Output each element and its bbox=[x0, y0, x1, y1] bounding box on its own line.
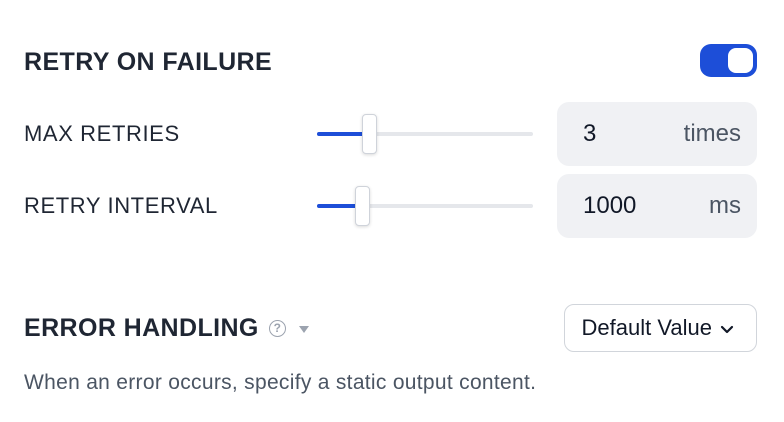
retry-interval-slider[interactable] bbox=[317, 186, 533, 226]
max-retries-unit: times bbox=[683, 120, 741, 147]
toggle-knob bbox=[728, 48, 753, 73]
question-circle-icon[interactable]: ? bbox=[268, 319, 286, 337]
error-handling-select[interactable]: Default Value bbox=[563, 304, 757, 352]
error-handling-title: ERROR HANDLING bbox=[24, 313, 259, 342]
max-retries-slider[interactable] bbox=[317, 114, 533, 154]
error-handling-description: When an error occurs, specify a static o… bbox=[24, 371, 537, 394]
error-handling-header: ERROR HANDLING ? bbox=[24, 312, 309, 344]
max-retries-input-box: times bbox=[557, 102, 757, 166]
chevron-down-icon bbox=[720, 315, 734, 341]
max-retries-label: MAX RETRIES bbox=[24, 121, 180, 146]
retry-interval-input-box: ms bbox=[557, 174, 757, 238]
retry-interval-label: RETRY INTERVAL bbox=[24, 193, 218, 218]
select-value: Default Value bbox=[581, 315, 712, 340]
retry-toggle[interactable] bbox=[700, 44, 757, 77]
retry-interval-input[interactable] bbox=[583, 192, 673, 220]
slider-thumb[interactable] bbox=[355, 186, 371, 226]
retry-interval-unit: ms bbox=[709, 192, 741, 219]
retry-header: RETRY ON FAILURE bbox=[24, 46, 757, 79]
slider-thumb[interactable] bbox=[361, 114, 377, 154]
retry-on-failure-title: RETRY ON FAILURE bbox=[24, 48, 273, 76]
max-retries-input[interactable] bbox=[583, 120, 673, 148]
caret-down-icon[interactable] bbox=[298, 325, 309, 333]
